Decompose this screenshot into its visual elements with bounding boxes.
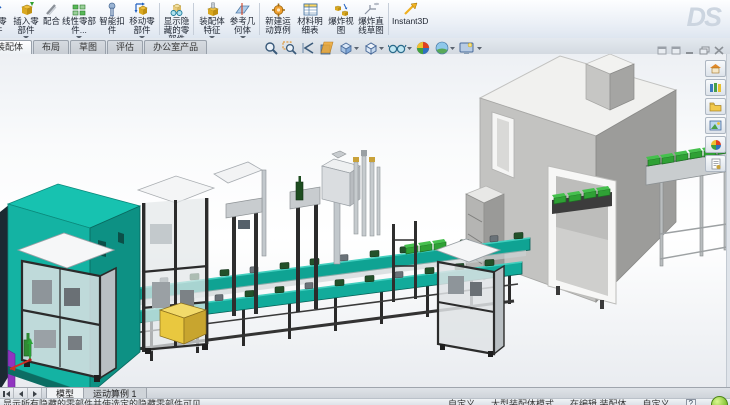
taskpane-edge-strip xyxy=(726,54,730,388)
new-motion-study-icon xyxy=(270,2,287,17)
instant3d-icon xyxy=(402,2,419,17)
window-controls xyxy=(657,42,724,60)
zoom-to-area-icon[interactable] xyxy=(281,40,298,56)
ribbon-separator xyxy=(259,3,260,35)
view-orientation-icon[interactable] xyxy=(337,40,361,56)
assembly-model xyxy=(0,54,730,388)
heads-up-view-toolbar xyxy=(263,40,485,56)
tab-evaluate[interactable]: 评估 xyxy=(107,40,143,54)
assembly-features-button[interactable]: 装配体特征 xyxy=(197,1,227,39)
scroll-start-icon xyxy=(6,391,10,397)
show-hidden-icon xyxy=(168,2,185,17)
zoom-to-fit-icon[interactable] xyxy=(263,40,280,56)
edit-component-label: 编辑零部件 xyxy=(0,17,9,35)
bill-of-materials-label: 材料明细表 xyxy=(295,17,325,35)
status-large-assembly-mode: 大型装配体模式 xyxy=(491,399,554,405)
mate-button[interactable]: 配合 xyxy=(43,1,60,26)
reference-geometry-label: 参考几何体 xyxy=(229,17,256,35)
close-icon[interactable] xyxy=(714,42,724,60)
assembly-features-label: 装配体特征 xyxy=(197,17,227,35)
reference-geometry-button[interactable]: 参考几何体 xyxy=(229,1,256,39)
smart-fasteners-label: 智能扣件 xyxy=(98,17,126,35)
view-palette-icon[interactable] xyxy=(705,117,726,134)
status-help-button[interactable]: ? xyxy=(686,399,696,405)
edit-component-icon xyxy=(0,2,3,17)
restore-icon[interactable] xyxy=(699,42,710,60)
edit-component-button[interactable]: 编辑零部件 xyxy=(0,1,9,35)
window-icon[interactable] xyxy=(657,42,667,60)
move-component-icon xyxy=(134,2,151,17)
smart-fasteners-button[interactable]: 智能扣件 xyxy=(98,1,126,35)
scroll-left-icon xyxy=(19,391,23,397)
show-hidden-components-button[interactable]: 显示隐藏的零部件 xyxy=(163,1,190,39)
resources-icon[interactable] xyxy=(705,60,726,77)
edit-appearance-icon[interactable] xyxy=(414,40,432,56)
status-bar: 显示所有隐藏的零部件并使选定的隐藏零部件可见 自定义 大型装配体模式 在编辑 装… xyxy=(0,398,730,405)
scroll-right-icon xyxy=(33,391,37,397)
linear-pattern-label: 线性零部件... xyxy=(62,17,96,35)
view-settings-icon[interactable] xyxy=(458,40,484,56)
assembly-features-icon xyxy=(204,2,221,17)
exploded-view-label: 爆炸视图 xyxy=(327,17,355,35)
solidworks-window: 编辑零部件 插入零部件 配合 线性零部件... 智能扣件 xyxy=(0,0,730,405)
status-customize[interactable]: 自定义 xyxy=(643,399,670,405)
move-component-label: 移动零部件 xyxy=(128,17,156,35)
display-style-icon[interactable] xyxy=(362,40,386,56)
tab-layout[interactable]: 布局 xyxy=(33,40,69,54)
explode-line-sketch-icon xyxy=(363,2,380,17)
bill-of-materials-icon xyxy=(302,2,319,17)
new-motion-study-button[interactable]: 新建运动算例 xyxy=(263,1,293,35)
move-component-button[interactable]: 移动零部件 xyxy=(128,1,156,39)
new-motion-study-label: 新建运动算例 xyxy=(263,17,293,35)
apply-scene-icon[interactable] xyxy=(433,40,457,56)
tab-office-products[interactable]: 办公室产品 xyxy=(144,40,207,54)
custom-properties-icon[interactable] xyxy=(705,155,726,172)
status-defined-state: 自定义 xyxy=(448,399,475,405)
reference-geometry-icon xyxy=(234,2,251,17)
explode-line-sketch-button[interactable]: 爆炸直线草图 xyxy=(357,1,385,35)
appearances-icon[interactable] xyxy=(705,136,726,153)
3d-viewport[interactable] xyxy=(0,54,730,388)
bill-of-materials-button[interactable]: 材料明细表 xyxy=(295,1,325,35)
previous-view-icon[interactable] xyxy=(299,40,317,56)
hide-show-items-icon[interactable] xyxy=(387,40,413,56)
exploded-view-button[interactable]: 爆炸视图 xyxy=(327,1,355,35)
insert-components-button[interactable]: 插入零部件 xyxy=(11,1,41,39)
tab-assembly[interactable]: 装配体 xyxy=(0,40,32,54)
explode-line-sketch-label: 爆炸直线草图 xyxy=(357,17,385,35)
insert-components-label: 插入零部件 xyxy=(11,17,41,35)
command-manager-ribbon: 编辑零部件 插入零部件 配合 线性零部件... 智能扣件 xyxy=(0,0,730,39)
mate-label: 配合 xyxy=(43,17,60,26)
section-view-icon[interactable] xyxy=(318,40,336,56)
ribbon-separator xyxy=(159,3,160,35)
minimize-icon[interactable] xyxy=(685,42,695,60)
task-pane-toolbar xyxy=(705,60,726,172)
exploded-view-icon xyxy=(333,2,350,17)
tab-sketch[interactable]: 草图 xyxy=(70,40,106,54)
design-library-icon[interactable] xyxy=(705,79,726,96)
mate-icon xyxy=(43,2,60,17)
instant3d-button[interactable]: Instant3D xyxy=(392,1,428,26)
file-explorer-icon[interactable] xyxy=(705,98,726,115)
window-icon[interactable] xyxy=(671,42,681,60)
linear-pattern-icon xyxy=(71,2,88,17)
dassault-logo-watermark: DS xyxy=(686,2,720,33)
ribbon-separator xyxy=(388,3,389,35)
status-hint-text: 显示所有隐藏的零部件并使选定的隐藏零部件可见 xyxy=(3,399,201,405)
insert-components-icon xyxy=(18,2,35,17)
instant3d-label: Instant3D xyxy=(392,17,428,26)
smart-fasteners-icon xyxy=(104,2,121,17)
linear-component-pattern-button[interactable]: 线性零部件... xyxy=(62,1,96,39)
show-hidden-label: 显示隐藏的零部件 xyxy=(163,17,190,39)
ribbon-separator xyxy=(193,3,194,35)
status-editing-assembly: 在编辑 装配体 xyxy=(570,399,627,405)
